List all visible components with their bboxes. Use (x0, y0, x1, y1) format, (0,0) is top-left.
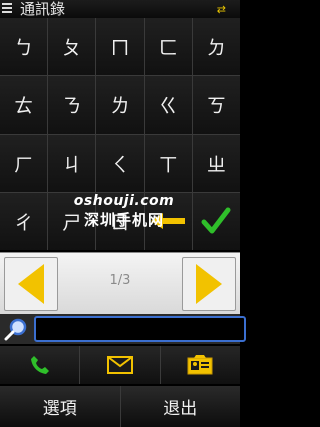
options-softkey[interactable]: 選項 (0, 386, 120, 427)
ok-button[interactable] (192, 192, 240, 250)
search-input[interactable] (34, 316, 246, 342)
key-q[interactable]: ㄑ (96, 134, 144, 192)
key-zh[interactable]: ㄓ (192, 134, 240, 192)
next-page-button[interactable] (182, 257, 236, 311)
key-l[interactable]: ㄌ (96, 76, 144, 134)
screen-title: 通訊錄 (20, 0, 66, 18)
key-t[interactable]: ㄊ (0, 76, 48, 134)
key-k[interactable]: ㄎ (192, 76, 240, 134)
contact-card-icon (187, 355, 213, 375)
exit-softkey[interactable]: 退出 (120, 386, 240, 427)
key-h[interactable]: ㄏ (0, 134, 48, 192)
message-button[interactable] (80, 346, 160, 384)
key-b[interactable]: ㄅ (0, 18, 48, 76)
call-button[interactable] (0, 346, 80, 384)
envelope-icon (106, 356, 133, 374)
search-icon (4, 318, 27, 341)
key-j[interactable]: ㄐ (48, 134, 96, 192)
key-g[interactable]: ㄍ (144, 76, 192, 134)
page-selector: 1/3 (0, 252, 240, 315)
checkmark-icon (201, 207, 231, 234)
search-bar (0, 314, 246, 344)
key-r[interactable]: ㄖ (96, 192, 144, 250)
triangle-right-icon (196, 264, 222, 304)
key-ch[interactable]: ㄔ (0, 192, 48, 250)
menu-icon[interactable] (2, 3, 12, 15)
key-m[interactable]: ㄇ (96, 18, 144, 76)
key-f[interactable]: ㄈ (144, 18, 192, 76)
key-x[interactable]: ㄒ (144, 134, 192, 192)
action-bar (0, 346, 240, 384)
bopomofo-keypad: ㄅ ㄆ ㄇ ㄈ ㄉ ㄊ ㄋ ㄌ ㄍ ㄎ ㄏ ㄐ ㄑ ㄒ ㄓ ㄔ ㄕ ㄖ (0, 18, 240, 250)
key-p[interactable]: ㄆ (48, 18, 96, 76)
status-bar: 通訊錄 ⇄ (0, 0, 240, 18)
key-sh[interactable]: ㄕ (48, 192, 96, 250)
key-d[interactable]: ㄉ (192, 18, 240, 76)
arrow-left-icon (151, 213, 186, 230)
phone-icon (30, 356, 49, 374)
softkey-bar: 選項 退出 (0, 386, 240, 427)
backspace-button[interactable] (144, 192, 192, 250)
key-n[interactable]: ㄋ (48, 76, 96, 134)
usb-icon: ⇄ (216, 3, 226, 16)
contact-card-button[interactable] (160, 346, 240, 384)
